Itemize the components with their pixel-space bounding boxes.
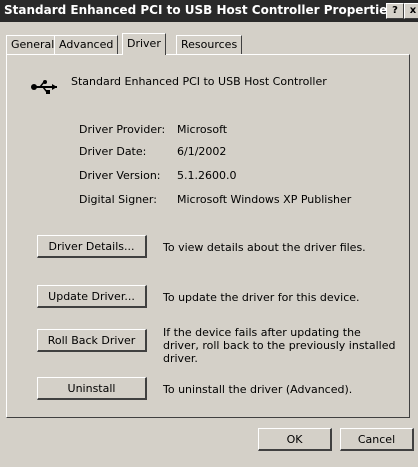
driver-provider-label: Driver Provider: (79, 123, 166, 136)
properties-window: Standard Enhanced PCI to USB Host Contro… (0, 0, 418, 467)
tab-advanced[interactable]: Advanced (54, 35, 119, 54)
title-bar[interactable]: Standard Enhanced PCI to USB Host Contro… (0, 0, 418, 22)
update-driver-description: To update the driver for this device. (163, 291, 360, 304)
digital-signer-label: Digital Signer: (79, 193, 157, 206)
cancel-button[interactable]: Cancel (340, 428, 414, 451)
driver-details-description: To view details about the driver files. (163, 241, 366, 254)
device-name: Standard Enhanced PCI to USB Host Contro… (71, 75, 327, 88)
help-button[interactable]: ? (386, 3, 404, 19)
driver-provider-value: Microsoft (177, 123, 228, 136)
driver-version-label: Driver Version: (79, 169, 161, 182)
window-title: Standard Enhanced PCI to USB Host Contro… (4, 3, 395, 17)
digital-signer-value: Microsoft Windows XP Publisher (177, 193, 352, 206)
tab-driver[interactable]: Driver (122, 33, 166, 55)
uninstall-description: To uninstall the driver (Advanced). (163, 383, 353, 396)
uninstall-button[interactable]: Uninstall (37, 377, 147, 400)
driver-date-value: 6/1/2002 (177, 145, 227, 158)
update-driver-button[interactable]: Update Driver... (37, 285, 147, 308)
close-button[interactable]: x (404, 3, 418, 19)
tab-strip: General Advanced Driver Resources (6, 33, 414, 55)
driver-version-value: 5.1.2600.0 (177, 169, 237, 182)
roll-back-driver-button[interactable]: Roll Back Driver (37, 329, 147, 352)
ok-button[interactable]: OK (258, 428, 332, 451)
driver-tab-panel: Standard Enhanced PCI to USB Host Contro… (6, 54, 410, 418)
driver-details-button[interactable]: Driver Details... (37, 235, 147, 258)
usb-icon (31, 80, 57, 94)
roll-back-driver-description: If the device fails after updating the d… (163, 326, 396, 365)
driver-date-label: Driver Date: (79, 145, 147, 158)
tab-general[interactable]: General (6, 35, 60, 54)
tab-resources[interactable]: Resources (176, 35, 243, 54)
